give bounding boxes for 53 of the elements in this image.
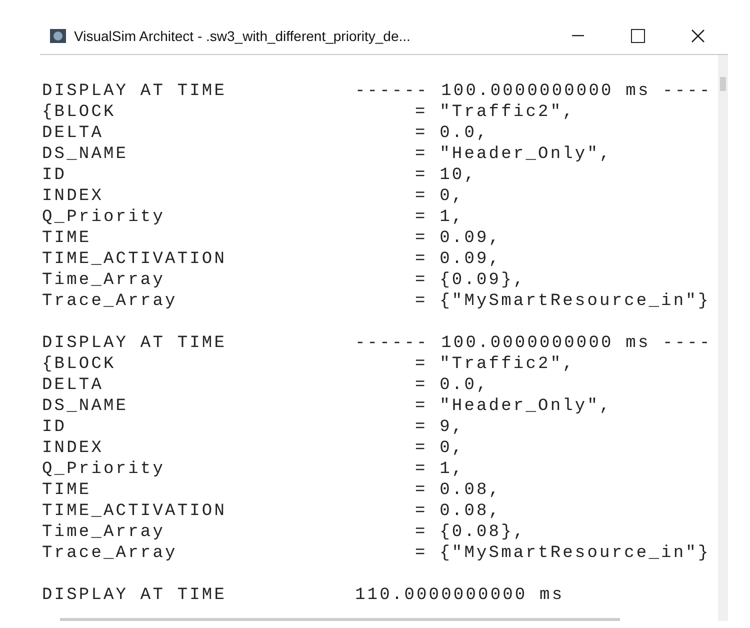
field-name: Trace_Array <box>42 291 178 312</box>
field-value: = 0, <box>414 186 466 207</box>
field-value: = 0.0, <box>414 375 490 396</box>
field-value: = "Header_Only", <box>414 396 613 417</box>
field-value: = 0.09, <box>414 249 502 270</box>
field-value: = 1, <box>414 207 466 228</box>
field-value: = {0.09}, <box>414 270 527 291</box>
field-name: TIME_ACTIVATION <box>42 249 228 270</box>
field-name: Trace_Array <box>42 543 178 564</box>
field-name: {BLOCK <box>42 354 117 375</box>
field-value: = 1, <box>414 459 466 480</box>
scrollbar-thumb[interactable] <box>720 77 726 91</box>
display-time: ------ 100.0000000000 ms ---- <box>355 333 713 354</box>
field-value: = "Header_Only", <box>414 144 613 165</box>
field-value: = "Traffic2", <box>414 354 576 375</box>
field-name: ID <box>42 165 68 186</box>
close-icon <box>691 29 705 43</box>
field-value: = {0.08}, <box>414 522 527 543</box>
field-name: ID <box>42 417 68 438</box>
field-name: INDEX <box>42 186 105 207</box>
display-time: 110.0000000000 ms <box>355 585 566 606</box>
display-label: DISPLAY AT TIME <box>42 333 228 354</box>
field-name: TIME <box>42 480 92 501</box>
field-value: = 9, <box>414 417 466 438</box>
field-value: = 0.08, <box>414 501 502 522</box>
field-name: DELTA <box>42 123 105 144</box>
field-name: {BLOCK <box>42 102 117 123</box>
app-icon <box>50 29 66 43</box>
field-value: = 0.08, <box>414 480 502 501</box>
maximize-icon <box>631 29 645 43</box>
window-title: VisualSim Architect - .sw3_with_different_priority_de... <box>74 28 412 44</box>
field-name: DELTA <box>42 375 105 396</box>
field-value: = {"MySmartResource_in"} <box>414 291 712 312</box>
display-time: ------ 100.0000000000 ms ---- <box>355 81 713 102</box>
field-value: = 0.09, <box>414 228 502 249</box>
field-value: = {"MySmartResource_in"} <box>414 543 712 564</box>
display-label: DISPLAY AT TIME <box>42 585 228 606</box>
field-name: Q_Priority <box>42 207 166 228</box>
field-name: TIME <box>42 228 92 249</box>
horizontal-scrollbar[interactable] <box>60 618 620 621</box>
field-name: Q_Priority <box>42 459 166 480</box>
field-name: INDEX <box>42 438 105 459</box>
minimize-icon <box>572 35 584 37</box>
field-value: = 0.0, <box>414 123 490 144</box>
field-name: DS_NAME <box>42 144 130 165</box>
field-name: TIME_ACTIVATION <box>42 501 228 522</box>
field-name: Time_Array <box>42 522 166 543</box>
field-name: DS_NAME <box>42 396 130 417</box>
field-value: = 0, <box>414 438 466 459</box>
field-value: = "Traffic2", <box>414 102 576 123</box>
display-label: DISPLAY AT TIME <box>42 81 228 102</box>
field-name: Time_Array <box>42 270 166 291</box>
field-value: = 10, <box>414 165 478 186</box>
